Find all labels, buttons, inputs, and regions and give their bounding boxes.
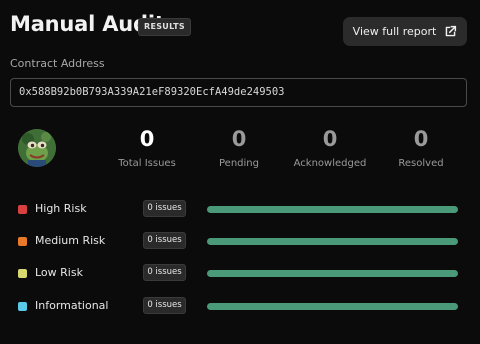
stat-pending-label: Pending bbox=[219, 158, 259, 169]
medium-risk-bar bbox=[207, 238, 458, 245]
informational-issues-badge: 0 issues bbox=[143, 297, 186, 314]
stat-acknowledged: 0 Acknowledged bbox=[285, 126, 375, 169]
stat-resolved-label: Resolved bbox=[398, 158, 444, 169]
high-risk-issues-badge: 0 issues bbox=[143, 200, 186, 217]
medium-risk-issues-badge: 0 issues bbox=[143, 232, 186, 249]
stat-pending-value: 0 bbox=[231, 127, 247, 151]
medium-risk-swatch bbox=[18, 237, 27, 246]
low-risk-label: Low Risk bbox=[35, 266, 83, 279]
medium-risk-label: Medium Risk bbox=[35, 234, 106, 247]
stat-resolved-value: 0 bbox=[413, 127, 429, 151]
stat-total-issues-value: 0 bbox=[139, 127, 155, 151]
stat-resolved: 0 Resolved bbox=[376, 126, 466, 169]
high-risk-label: High Risk bbox=[35, 202, 87, 215]
results-badge: RESULTS bbox=[138, 18, 191, 36]
token-avatar bbox=[18, 129, 56, 167]
low-risk-swatch bbox=[18, 269, 27, 278]
view-full-report-button[interactable]: View full report bbox=[343, 17, 467, 46]
informational-label: Informational bbox=[35, 299, 109, 312]
contract-address-label: Contract Address bbox=[10, 57, 105, 70]
low-risk-bar bbox=[207, 270, 458, 277]
high-risk-bar bbox=[207, 206, 458, 213]
external-link-icon bbox=[446, 25, 457, 37]
stat-pending: 0 Pending bbox=[194, 126, 284, 169]
view-full-report-label: View full report bbox=[352, 25, 437, 38]
stat-acknowledged-value: 0 bbox=[322, 127, 338, 151]
low-risk-issues-badge: 0 issues bbox=[143, 264, 186, 281]
contract-address-field[interactable]: 0x588B92b0B793A339A21eF89320EcfA49de2495… bbox=[10, 78, 467, 107]
stat-acknowledged-label: Acknowledged bbox=[293, 158, 367, 169]
stat-total-issues: 0 Total Issues bbox=[102, 126, 192, 169]
stat-total-issues-label: Total Issues bbox=[118, 158, 176, 169]
informational-bar bbox=[207, 303, 458, 310]
informational-swatch bbox=[18, 302, 27, 311]
high-risk-swatch bbox=[18, 205, 27, 214]
